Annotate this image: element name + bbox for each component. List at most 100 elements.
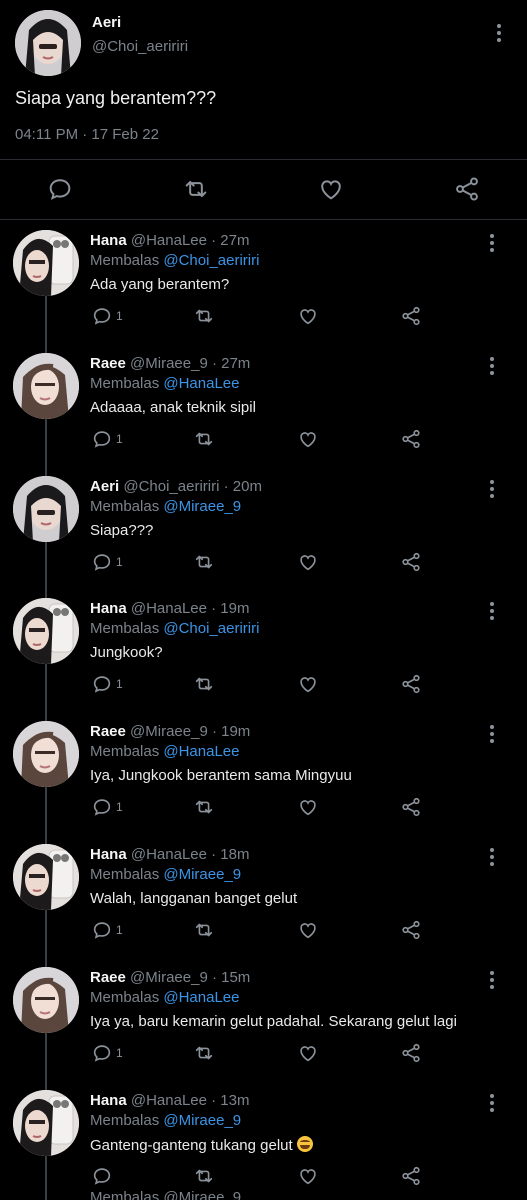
avatar[interactable] — [13, 476, 79, 542]
more-icon[interactable] — [489, 848, 495, 866]
retweet-icon[interactable] — [193, 551, 215, 573]
retweet-icon[interactable] — [193, 1042, 215, 1064]
retweet-icon[interactable] — [193, 305, 215, 327]
like-icon[interactable] — [297, 1165, 319, 1187]
author-handle-and-time[interactable]: @Miraee_9 · 27m — [130, 355, 250, 372]
like-icon[interactable] — [297, 551, 319, 573]
avatar[interactable] — [13, 844, 79, 910]
reply-icon[interactable] — [46, 175, 74, 203]
avatar[interactable] — [13, 721, 79, 787]
reply-header: Hana @HanaLee · 18m — [90, 846, 249, 863]
share-icon[interactable] — [453, 175, 481, 203]
more-icon[interactable] — [489, 480, 495, 498]
avatar[interactable] — [13, 353, 79, 419]
share-icon[interactable] — [400, 1165, 422, 1187]
share-icon[interactable] — [400, 919, 422, 941]
reply-icon[interactable] — [91, 1165, 113, 1187]
reply-tweet[interactable]: Raee @Miraee_9 · 27m Membalas @HanaLee A… — [0, 349, 527, 476]
mention-link[interactable]: @HanaLee — [163, 743, 239, 760]
reply-icon[interactable] — [91, 551, 113, 573]
reply-tweet[interactable]: Hana @HanaLee · 13m Membalas @Miraee_9 G… — [0, 1086, 527, 1200]
retweet-icon[interactable] — [193, 796, 215, 818]
author-handle-and-time[interactable]: @Miraee_9 · 15m — [130, 969, 250, 986]
author-name[interactable]: Hana — [90, 1092, 127, 1109]
like-icon[interactable] — [297, 305, 319, 327]
more-icon[interactable] — [489, 1094, 495, 1112]
retweet-icon[interactable] — [182, 175, 210, 203]
share-icon[interactable] — [400, 673, 422, 695]
thread-line — [45, 1033, 47, 1090]
more-icon[interactable] — [496, 24, 502, 42]
reply-text: Iya ya, baru kemarin gelut padahal. Seka… — [90, 1013, 457, 1030]
author-name[interactable]: Hana — [90, 232, 127, 249]
mention-link[interactable]: @Miraee_9 — [163, 498, 241, 515]
author-name[interactable]: Aeri — [92, 14, 121, 31]
like-icon[interactable] — [297, 673, 319, 695]
author-handle-and-time[interactable]: @HanaLee · 18m — [131, 846, 250, 863]
author-handle-and-time[interactable]: @HanaLee · 19m — [131, 600, 250, 617]
reply-text: Siapa??? — [90, 522, 153, 539]
share-icon[interactable] — [400, 551, 422, 573]
more-icon[interactable] — [489, 234, 495, 252]
mention-link[interactable]: @HanaLee — [163, 989, 239, 1006]
reply-text-content: Jungkook? — [90, 644, 163, 661]
reply-tweet[interactable]: Hana @HanaLee · 19m Membalas @Choi_aerir… — [0, 594, 527, 721]
reply-header: Raee @Miraee_9 · 27m — [90, 355, 250, 372]
reply-tweet[interactable]: Raee @Miraee_9 · 19m Membalas @HanaLee I… — [0, 717, 527, 844]
replying-to: Membalas @HanaLee — [90, 989, 240, 1006]
reply-tweet[interactable]: Aeri @Choi_aeririri · 20m Membalas @Mira… — [0, 472, 527, 599]
retweet-icon[interactable] — [193, 919, 215, 941]
author-handle-and-time[interactable]: @Miraee_9 · 19m — [130, 723, 250, 740]
mention-link[interactable]: @Miraee_9 — [163, 1112, 241, 1129]
avatar[interactable] — [13, 967, 79, 1033]
retweet-icon[interactable] — [193, 673, 215, 695]
author-name[interactable]: Aeri — [90, 478, 119, 495]
mention-link[interactable]: @Choi_aeririri — [163, 252, 259, 269]
reply-tweet[interactable]: Hana @HanaLee · 18m Membalas @Miraee_9 W… — [0, 840, 527, 967]
author-name[interactable]: Hana — [90, 846, 127, 863]
more-icon[interactable] — [489, 602, 495, 620]
reply-tweet[interactable]: Raee @Miraee_9 · 15m Membalas @HanaLee I… — [0, 963, 527, 1090]
replying-prefix: Membalas — [90, 620, 160, 637]
retweet-icon[interactable] — [193, 428, 215, 450]
more-icon[interactable] — [489, 971, 495, 989]
mention-link[interactable]: @Choi_aeririri — [163, 620, 259, 637]
share-icon[interactable] — [400, 305, 422, 327]
avatar[interactable] — [13, 598, 79, 664]
avatar[interactable] — [15, 10, 81, 76]
replying-prefix: Membalas — [90, 375, 160, 392]
avatar[interactable] — [13, 1090, 79, 1156]
like-icon[interactable] — [297, 796, 319, 818]
like-icon[interactable] — [297, 428, 319, 450]
like-icon[interactable] — [297, 1042, 319, 1064]
author-handle[interactable]: @Choi_aeririri — [92, 38, 188, 55]
reply-icon[interactable] — [91, 919, 113, 941]
reply-icon[interactable] — [91, 305, 113, 327]
share-icon[interactable] — [400, 428, 422, 450]
avatar[interactable] — [13, 230, 79, 296]
retweet-icon[interactable] — [193, 1165, 215, 1187]
share-icon[interactable] — [400, 1042, 422, 1064]
reply-icon[interactable] — [91, 428, 113, 450]
author-handle-and-time[interactable]: @HanaLee · 13m — [131, 1092, 250, 1109]
reply-text-content: Ganteng-ganteng tukang gelut — [90, 1137, 293, 1154]
reply-text: Ada yang berantem? — [90, 276, 229, 293]
mention-link[interactable]: @Miraee_9 — [163, 866, 241, 883]
share-icon[interactable] — [400, 796, 422, 818]
reply-tweet[interactable]: Hana @HanaLee · 27m Membalas @Choi_aerir… — [0, 226, 527, 353]
like-icon[interactable] — [297, 919, 319, 941]
reply-icon[interactable] — [91, 673, 113, 695]
reply-icon[interactable] — [91, 796, 113, 818]
author-name[interactable]: Raee — [90, 969, 126, 986]
author-name[interactable]: Raee — [90, 355, 126, 372]
author-name[interactable]: Raee — [90, 723, 126, 740]
mention-link[interactable]: @HanaLee — [163, 375, 239, 392]
author-handle-and-time[interactable]: @HanaLee · 27m — [131, 232, 250, 249]
more-icon[interactable] — [489, 725, 495, 743]
author-handle-and-time[interactable]: @Choi_aeririri · 20m — [123, 478, 262, 495]
author-name[interactable]: Hana — [90, 600, 127, 617]
like-icon[interactable] — [317, 175, 345, 203]
reply-icon[interactable] — [91, 1042, 113, 1064]
reply-header: Raee @Miraee_9 · 19m — [90, 723, 250, 740]
more-icon[interactable] — [489, 357, 495, 375]
